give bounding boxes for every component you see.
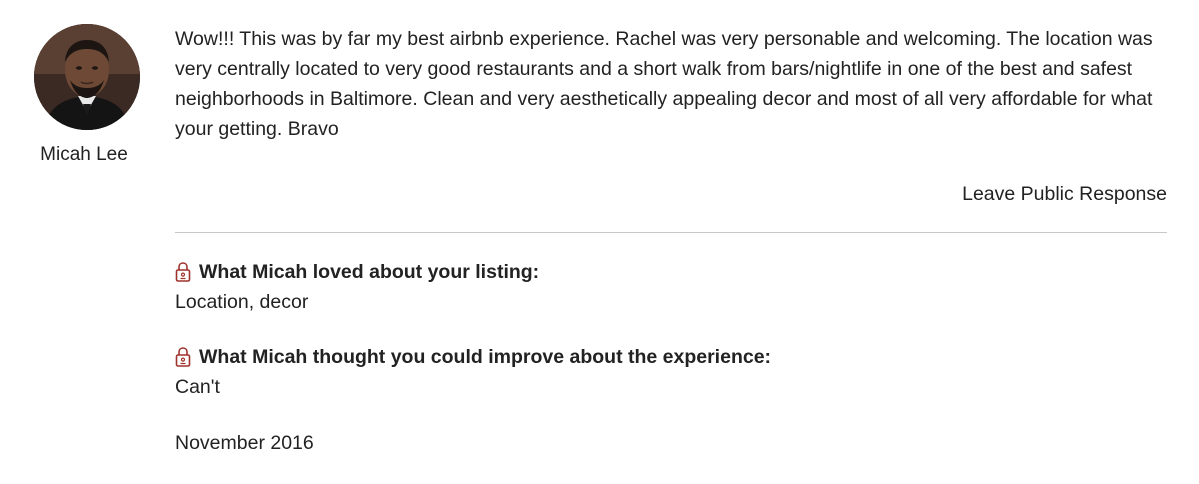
divider <box>175 232 1167 233</box>
private-feedback-heading: What Micah thought you could improve abo… <box>175 343 1175 371</box>
lock-icon <box>175 261 191 283</box>
private-feedback-label: What Micah loved about your listing: <box>199 261 540 283</box>
review-card: Micah Lee Wow!!! This was by far my best… <box>0 0 1199 484</box>
review-date: November 2016 <box>175 432 314 454</box>
private-feedback-label: What Micah thought you could improve abo… <box>199 346 772 368</box>
review-text: Wow!!! This was by far my best airbnb ex… <box>175 28 1153 140</box>
reviewer-name[interactable]: Micah Lee <box>22 143 146 167</box>
private-feedback-heading: What Micah loved about your listing: <box>175 258 1175 286</box>
lock-icon <box>175 346 191 368</box>
leave-public-response-button[interactable]: Leave Public Response <box>962 180 1167 208</box>
avatar[interactable] <box>34 24 140 130</box>
private-feedback-answer: Location, decor <box>175 291 309 313</box>
private-feedback-answer: Can't <box>175 376 220 398</box>
private-feedback-loved: What Micah loved about your listing: Loc… <box>175 258 1175 316</box>
private-feedback-improve: What Micah thought you could improve abo… <box>175 343 1175 401</box>
